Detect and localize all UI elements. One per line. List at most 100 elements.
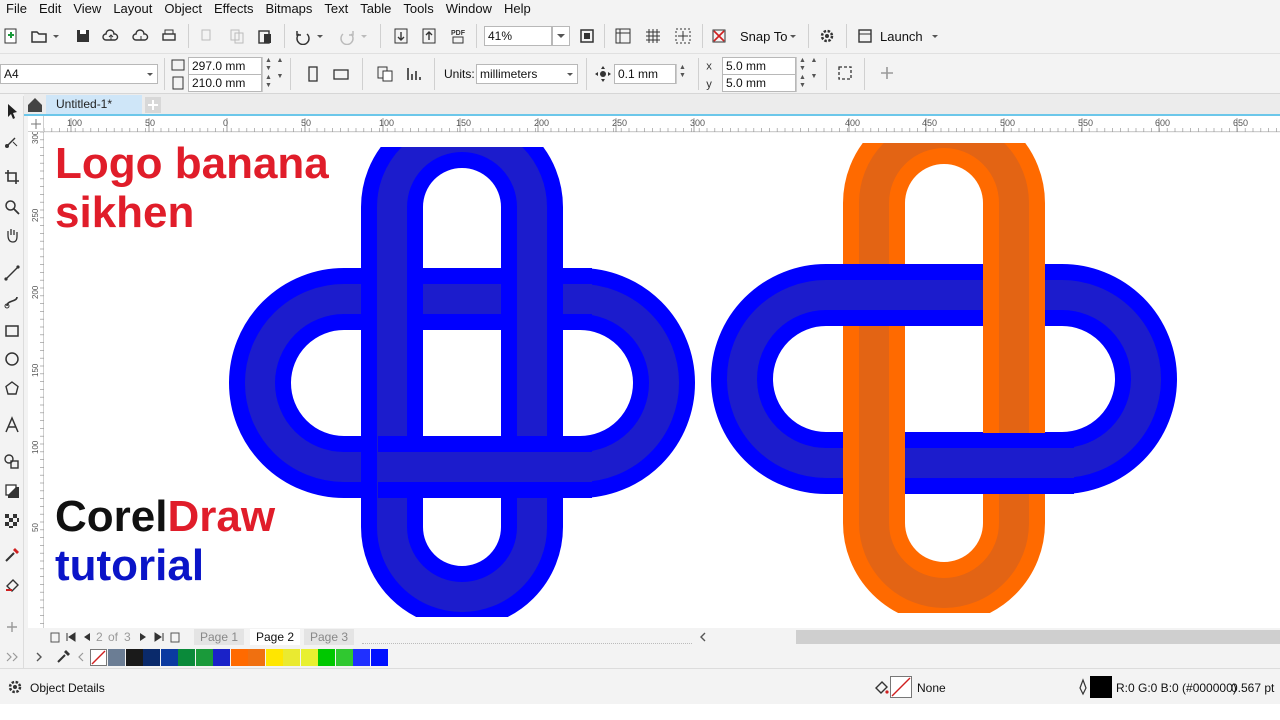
import-icon[interactable] (390, 25, 412, 47)
blue-knot-logo[interactable] (228, 147, 698, 617)
treat-as-filled-icon[interactable] (834, 62, 856, 84)
paste-icon[interactable] (254, 25, 276, 47)
menu-window[interactable]: Window (440, 0, 498, 18)
show-rulers-icon[interactable] (612, 25, 634, 47)
swatch-color-2[interactable] (125, 649, 143, 666)
page-width-spinner[interactable]: ▲ ▼ (262, 57, 274, 75)
open-folder-icon[interactable] (28, 25, 50, 47)
open-dropdown-icon[interactable] (50, 25, 62, 47)
horizontal-scrollbar-thumb[interactable] (796, 630, 1280, 644)
orange-knot-logo[interactable] (710, 143, 1180, 613)
page-size-spinner[interactable]: ▲ ▼ (274, 57, 286, 92)
swatch-color-4[interactable] (160, 649, 178, 666)
vertical-ruler[interactable]: 300 250 200 150 100 50 (28, 130, 44, 628)
copy-icon[interactable] (226, 25, 248, 47)
menu-view[interactable]: View (67, 0, 107, 18)
swatch-color-8[interactable] (230, 649, 248, 666)
full-screen-icon[interactable] (576, 25, 598, 47)
swatch-color-16[interactable] (370, 649, 388, 666)
nudge-distance-spinner[interactable]: ▲ ▼ (676, 64, 688, 84)
object-details-label[interactable]: Object Details (30, 680, 105, 696)
swatch-color-12[interactable] (300, 649, 318, 666)
page-height-field[interactable]: 210.0 mm (188, 74, 262, 92)
palette-back-icon[interactable] (74, 646, 88, 668)
add-preset-icon[interactable] (876, 62, 898, 84)
canvas-title-line2[interactable]: sikhen (55, 191, 194, 235)
horizontal-ruler[interactable]: 100 50 0 50 100 150 200 250 300 400 450 500 550 600 65… (43, 116, 1280, 132)
undo-icon[interactable] (292, 25, 314, 47)
menu-text[interactable]: Text (318, 0, 354, 18)
add-tool-icon[interactable] (1, 616, 23, 638)
swatch-color-1[interactable] (108, 649, 125, 666)
polygon-tool-icon[interactable] (1, 378, 23, 400)
zoom-dropdown-icon[interactable] (552, 26, 570, 46)
swatch-color-14[interactable] (335, 649, 353, 666)
show-guidelines-icon[interactable] (672, 25, 694, 47)
save-icon[interactable] (72, 25, 94, 47)
redo-dropdown-icon[interactable] (358, 25, 370, 47)
interactive-fill-tool-icon[interactable] (1, 574, 23, 596)
menu-effects[interactable]: Effects (208, 0, 260, 18)
snap-to-dropdown-icon[interactable] (786, 25, 800, 47)
rectangle-tool-icon[interactable] (1, 320, 23, 342)
shape-tool-icon[interactable] (1, 130, 23, 152)
object-details-gear-icon[interactable] (4, 676, 26, 698)
fill-none-swatch[interactable] (890, 676, 912, 698)
ellipse-tool-icon[interactable] (1, 348, 23, 370)
eyedropper-tool-icon[interactable] (1, 544, 23, 566)
drawing-canvas[interactable]: Logo banana sikhen CorelDraw tutorial (44, 133, 1280, 628)
launch-dropdown[interactable]: Launch (880, 29, 923, 45)
page-size-select[interactable]: A4 (0, 64, 158, 84)
freehand-tool-icon[interactable] (1, 262, 23, 284)
document-tab[interactable]: Untitled-1* (46, 95, 142, 114)
page-tab-2[interactable]: Page 2 (250, 629, 301, 645)
swatch-no-color[interactable] (90, 649, 107, 666)
undo-dropdown-icon[interactable] (314, 25, 326, 47)
swatch-color-7[interactable] (213, 649, 230, 666)
canvas-tutorial-text[interactable]: tutorial (55, 544, 204, 588)
menu-tools[interactable]: Tools (397, 0, 439, 18)
transparency-tool-icon[interactable] (1, 510, 23, 532)
page-width-field[interactable]: 297.0 mm (188, 57, 262, 75)
page-tab-1[interactable]: Page 1 (194, 629, 245, 645)
text-tool-icon[interactable] (1, 414, 23, 436)
units-dropdown-icon[interactable] (562, 64, 578, 84)
zoom-tool-icon[interactable] (1, 196, 23, 218)
insert-page-after-icon[interactable] (164, 626, 186, 648)
show-grid-icon[interactable] (642, 25, 664, 47)
duplicate-distance-spinner[interactable]: ▲ ▼ (808, 57, 820, 92)
page-tab-3[interactable]: Page 3 (304, 629, 355, 645)
snap-off-icon[interactable] (708, 25, 730, 47)
all-pages-icon[interactable] (374, 63, 396, 85)
fill-bucket-icon[interactable] (870, 676, 892, 698)
export-icon[interactable] (418, 25, 440, 47)
current-page-icon[interactable] (402, 63, 424, 85)
swatch-color-13[interactable] (318, 649, 335, 666)
nudge-distance-field[interactable]: 0.1 mm (614, 64, 676, 84)
swatch-color-5[interactable] (178, 649, 195, 666)
ruler-origin[interactable] (28, 116, 44, 132)
snap-to-dropdown[interactable]: Snap To (740, 29, 787, 45)
pan-tool-icon[interactable] (1, 224, 23, 246)
outline-color-swatch[interactable] (1090, 676, 1112, 698)
palette-scroll-icon[interactable] (32, 646, 46, 668)
palette-eyedropper-icon[interactable] (52, 646, 74, 668)
new-tab-plus-icon[interactable] (142, 94, 164, 116)
swatch-color-9[interactable] (248, 649, 265, 666)
swatch-color-10[interactable] (265, 649, 283, 666)
page-height-spinner[interactable]: ▲ ▼ (262, 74, 274, 92)
welcome-home-icon[interactable] (24, 94, 46, 116)
cloud-sync-icon[interactable] (130, 25, 152, 47)
scroll-left-icon[interactable] (692, 626, 714, 648)
duplicate-y-field[interactable]: 5.0 mm (722, 74, 796, 92)
drop-shadow-tool-icon[interactable] (1, 480, 23, 502)
landscape-icon[interactable] (330, 63, 352, 85)
redo-icon[interactable] (336, 25, 358, 47)
cloud-upload-icon[interactable] (100, 25, 122, 47)
toolbox-expand-icon[interactable] (1, 646, 23, 668)
crop-tool-icon[interactable] (1, 166, 23, 188)
swatch-color-15[interactable] (353, 649, 370, 666)
swatch-color-3[interactable] (143, 649, 160, 666)
previous-page-icon[interactable] (76, 626, 98, 648)
artistic-media-tool-icon[interactable] (1, 290, 23, 312)
